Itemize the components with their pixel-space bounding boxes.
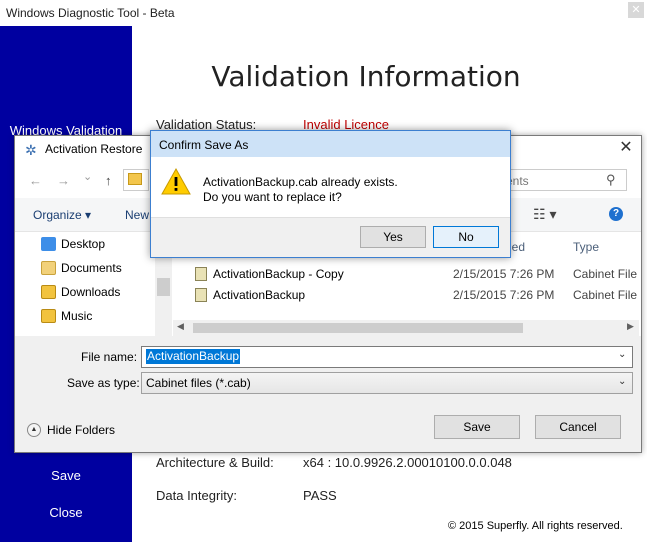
file-row[interactable]: ActivationBackup - Copy 2/15/2015 7:26 P… (193, 264, 639, 284)
confirm-message-line2: Do you want to replace it? (203, 190, 342, 204)
copyright-text: © 2015 Superfly. All rights reserved. (448, 520, 623, 532)
search-input[interactable]: ents ⚲ (501, 169, 627, 191)
scrollbar-thumb[interactable] (157, 278, 170, 296)
file-name-value: ActivationBackup (146, 349, 241, 364)
nav-item-label: Desktop (61, 237, 106, 251)
save-type-value: Cabinet files (*.cab) (146, 376, 251, 390)
downloads-folder-icon (41, 285, 56, 299)
scrollbar-thumb[interactable] (193, 323, 523, 333)
folder-icon (128, 173, 142, 185)
nav-item-label: Music (61, 309, 93, 323)
window-close-button[interactable]: ✕ (628, 2, 644, 18)
file-name-input[interactable]: ActivationBackup ⌄ (141, 346, 633, 368)
file-name: ActivationBackup - Copy (213, 267, 344, 281)
search-icon: ⚲ (606, 172, 616, 187)
sidebar-item-close[interactable]: Close (0, 505, 132, 520)
data-integrity-value: PASS (303, 488, 337, 503)
file-type: Cabinet File (573, 288, 638, 302)
cabinet-file-icon (195, 288, 207, 302)
column-header-date[interactable]: ied (509, 240, 525, 254)
save-button[interactable]: Save (434, 415, 520, 439)
file-list-horizontal-scrollbar[interactable]: ◀ ▶ (173, 320, 639, 336)
collapse-up-icon: ▲ (27, 423, 41, 437)
up-arrow-icon[interactable]: ↑ (105, 173, 112, 188)
nav-item-downloads[interactable]: Downloads (41, 281, 121, 303)
nav-item-label: Downloads (61, 285, 121, 299)
hide-folders-label: Hide Folders (47, 423, 116, 437)
window-title: Windows Diagnostic Tool - Beta (6, 6, 175, 20)
no-button[interactable]: No (433, 226, 499, 248)
cancel-button[interactable]: Cancel (535, 415, 621, 439)
architecture-value: x64 : 10.0.9926.2.00010100.0.0.048 (303, 455, 512, 470)
yes-button[interactable]: Yes (360, 226, 426, 248)
organize-menu-button[interactable]: Organize ▾ (33, 208, 91, 222)
scroll-right-icon[interactable]: ▶ (627, 321, 634, 332)
file-date: 2/15/2015 7:26 PM (453, 288, 555, 302)
save-type-label: Save as type: (67, 376, 140, 390)
address-bar[interactable] (123, 169, 149, 191)
music-folder-icon (41, 309, 56, 323)
column-header-type[interactable]: Type (573, 240, 599, 254)
desktop-folder-icon (41, 237, 56, 251)
file-type: Cabinet File (573, 267, 638, 281)
new-folder-button[interactable]: New (125, 208, 149, 222)
sidebar-item-save[interactable]: Save (0, 468, 132, 483)
scroll-left-icon[interactable]: ◀ (177, 321, 184, 332)
architecture-label: Architecture & Build: (156, 455, 274, 470)
save-type-select[interactable]: Cabinet files (*.cab) ⌄ (141, 372, 633, 394)
restore-star-icon: ✲ (25, 142, 37, 158)
nav-item-label: Documents (61, 261, 122, 275)
file-name: ActivationBackup (213, 288, 306, 302)
cabinet-file-icon (195, 267, 207, 281)
forward-arrow-icon[interactable]: → (57, 173, 70, 188)
dialog-close-button[interactable]: ✕ (615, 137, 637, 159)
file-date: 2/15/2015 7:26 PM (453, 267, 555, 281)
nav-item-music[interactable]: Music (41, 305, 93, 327)
data-integrity-label: Data Integrity: (156, 488, 237, 503)
dialog-titlebar: Confirm Save As (151, 131, 510, 157)
view-options-icon[interactable]: ☷ ▾ (533, 206, 556, 223)
dialog-title: Activation Restore (45, 142, 143, 156)
page-title: Validation Information (211, 60, 521, 93)
file-name-label: File name: (81, 350, 138, 364)
file-row[interactable]: ActivationBackup 2/15/2015 7:26 PM Cabin… (193, 285, 639, 305)
chevron-down-icon[interactable]: ⌄ (618, 349, 626, 360)
documents-folder-icon (41, 261, 56, 275)
warning-icon (161, 167, 191, 195)
back-arrow-icon[interactable]: ← (29, 173, 42, 188)
confirm-save-as-dialog: Confirm Save As ActivationBackup.cab alr… (150, 130, 511, 258)
dialog-button-bar: Yes No (151, 217, 510, 257)
recent-locations-chevron-icon[interactable]: ⌄ (83, 170, 92, 183)
nav-item-documents[interactable]: Documents (41, 257, 122, 279)
chevron-down-icon[interactable]: ⌄ (618, 376, 626, 387)
confirm-message-line1: ActivationBackup.cab already exists. (203, 175, 398, 189)
dialog-title: Confirm Save As (159, 138, 249, 152)
help-icon[interactable]: ? (609, 207, 623, 221)
nav-item-desktop[interactable]: Desktop (41, 233, 106, 255)
